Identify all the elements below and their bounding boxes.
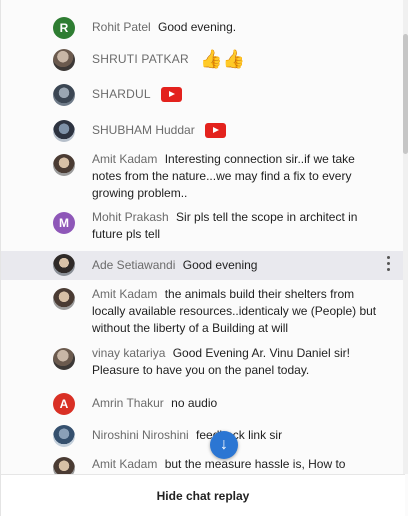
avatar[interactable] bbox=[53, 457, 75, 474]
message-author[interactable]: Amrin Thakur bbox=[92, 396, 164, 410]
message-author[interactable]: SHARDUL bbox=[92, 87, 151, 101]
message-author[interactable]: Ade Setiawandi bbox=[92, 258, 175, 272]
message-author[interactable]: vinay katariya bbox=[92, 346, 165, 360]
chat-message-list[interactable]: R Rohit Patel Good evening. SHRUTI PATKA… bbox=[1, 0, 405, 474]
avatar[interactable] bbox=[53, 254, 75, 276]
chat-message: vinay katariya Good Evening Ar. Vinu Dan… bbox=[1, 343, 403, 383]
chat-message: SHUBHAM Huddar bbox=[1, 116, 403, 146]
message-text: but the measure hassle is, How to bbox=[164, 457, 346, 471]
arrow-down-icon: ↓ bbox=[220, 436, 228, 453]
avatar[interactable]: M bbox=[53, 212, 75, 234]
chat-footer: Hide chat replay bbox=[1, 474, 405, 517]
chat-message: M Mohit Prakash Sir pls tell the scope i… bbox=[1, 206, 403, 246]
avatar[interactable] bbox=[53, 84, 75, 106]
avatar[interactable] bbox=[53, 49, 75, 71]
chat-scrollbar[interactable] bbox=[403, 0, 408, 474]
message-author[interactable]: Niroshini Niroshini bbox=[92, 428, 189, 442]
avatar[interactable]: A bbox=[53, 393, 75, 415]
more-options-icon[interactable] bbox=[383, 256, 393, 272]
message-author[interactable]: SHUBHAM Huddar bbox=[92, 123, 195, 137]
scrollbar-thumb[interactable] bbox=[403, 34, 408, 154]
avatar[interactable] bbox=[53, 425, 75, 447]
chat-message: Niroshini Niroshini feedback link sir bbox=[1, 422, 403, 450]
message-text: feedback link sir bbox=[196, 428, 283, 442]
youtube-badge-icon bbox=[204, 123, 226, 139]
message-author[interactable]: Amit Kadam bbox=[92, 152, 157, 166]
message-author[interactable]: SHRUTI PATKAR bbox=[92, 52, 189, 66]
hide-chat-replay-button[interactable]: Hide chat replay bbox=[1, 475, 405, 517]
chat-message: Amit Kadam Interesting connection sir..i… bbox=[1, 150, 403, 204]
avatar[interactable] bbox=[53, 120, 75, 142]
avatar[interactable] bbox=[53, 154, 75, 176]
message-author[interactable]: Amit Kadam bbox=[92, 457, 157, 471]
chat-message: Amit Kadam the animals build their shelt… bbox=[1, 284, 403, 338]
message-author[interactable]: Mohit Prakash bbox=[92, 210, 169, 224]
message-author[interactable]: Rohit Patel bbox=[92, 20, 151, 34]
scroll-to-bottom-button[interactable]: ↓ bbox=[210, 431, 238, 459]
avatar[interactable] bbox=[53, 288, 75, 310]
chat-message-hovered: Ade Setiawandi Good evening bbox=[1, 251, 403, 280]
thumbs-up-emoji-icon: 👍👍 bbox=[200, 49, 246, 70]
chat-message: A Amrin Thakur no audio bbox=[1, 390, 403, 418]
avatar[interactable]: R bbox=[53, 17, 75, 39]
avatar[interactable] bbox=[53, 348, 75, 370]
youtube-badge-icon bbox=[160, 87, 182, 103]
chat-message: SHARDUL bbox=[1, 80, 403, 110]
chat-message: Amit Kadam but the measure hassle is, Ho… bbox=[1, 452, 403, 474]
chat-message: R Rohit Patel Good evening. bbox=[1, 14, 403, 40]
message-text: no audio bbox=[171, 396, 218, 410]
live-chat-panel: R Rohit Patel Good evening. SHRUTI PATKA… bbox=[0, 0, 408, 517]
message-text: Good evening bbox=[182, 258, 258, 272]
message-author[interactable]: Amit Kadam bbox=[92, 287, 157, 301]
chat-message: SHRUTI PATKAR 👍👍 bbox=[1, 44, 403, 74]
message-text: Good evening. bbox=[158, 20, 237, 34]
